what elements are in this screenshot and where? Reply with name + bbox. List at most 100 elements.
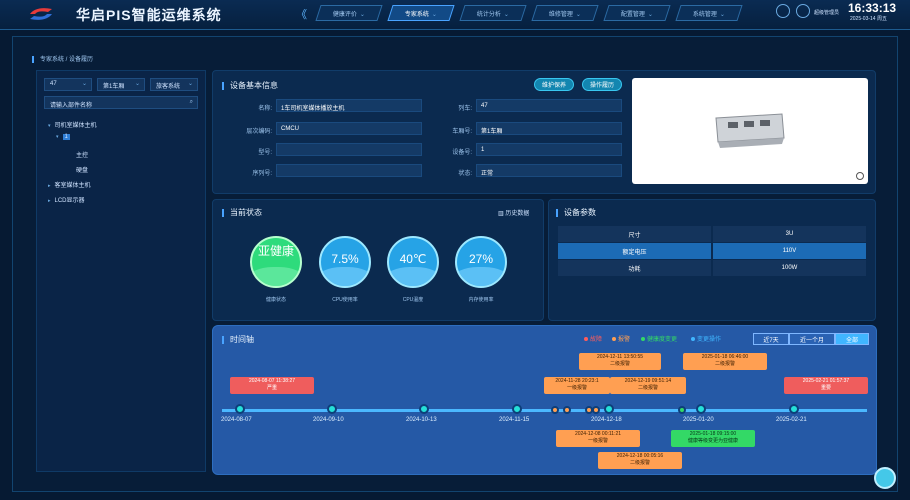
axis-date: 2024-11-15 xyxy=(499,417,530,423)
main-nav: 健康评价 ⌄ 专家系统 ⌄ 统计分析 ⌄ 维修管理 ⌄ 配置管理 ⌄ 系统管理 ⌄ xyxy=(315,5,743,21)
gauge-caption: 健康状态 xyxy=(265,297,286,303)
tree-item-1[interactable]: ▾ 1 xyxy=(56,134,70,140)
basic-info-title: 设备基本信息 xyxy=(222,80,278,91)
axis-date: 2025-01-20 xyxy=(683,417,714,423)
nav-prev-icon[interactable]: 《 xyxy=(296,6,307,22)
range-month-button[interactable]: 近一个月 xyxy=(789,333,835,345)
record-button[interactable]: 操作履历 xyxy=(582,78,622,91)
nav-item-maintenance[interactable]: 维修管理 ⌄ xyxy=(531,5,599,21)
maintain-button[interactable]: 维护保养 xyxy=(534,78,574,91)
table-row: 额定电压 110V xyxy=(558,243,868,260)
event-card-fault[interactable]: 2024-08-07 11:38:27 严重 xyxy=(230,377,314,394)
clock-date: 2025-03-14 周五 xyxy=(850,16,887,22)
field-label: 型号: xyxy=(258,150,272,156)
train-select[interactable]: 47 ⌄ xyxy=(44,78,92,91)
timeline-point[interactable] xyxy=(419,404,429,414)
table-row: 功耗 100W xyxy=(558,260,868,277)
nav-item-stats[interactable]: 统计分析 ⌄ xyxy=(459,5,527,21)
chevron-down-icon: ⌄ xyxy=(81,81,87,87)
field-label: 列车: xyxy=(458,106,472,112)
serial-field xyxy=(276,164,422,177)
cpu-temp-gauge: 40℃ xyxy=(387,236,439,288)
event-card-health[interactable]: 2025-01-18 09:15:00 健康等级变更为亚健康 xyxy=(671,430,755,447)
axis-date: 2024-10-13 xyxy=(406,417,437,423)
timeline-point[interactable] xyxy=(604,404,614,414)
field-label: 车厢号: xyxy=(452,129,472,135)
timeline-point[interactable] xyxy=(551,406,559,414)
chevron-down-icon: ⌄ xyxy=(187,81,193,87)
timeline-title: 时间轴 xyxy=(222,334,254,345)
chevron-down-icon: ⌄ xyxy=(575,11,582,18)
device-tree-panel xyxy=(36,70,206,472)
memory-usage-gauge: 27% xyxy=(455,236,507,288)
timeline-point[interactable] xyxy=(512,404,522,414)
event-card-alarm[interactable]: 2024-12-08 00:11:21 一级报警 xyxy=(556,430,640,447)
event-card-alarm[interactable]: 2024-11-28 20:23:1 一级报警 xyxy=(544,377,610,394)
tree-item-saloon-host[interactable]: ▸ 客室媒体主机 xyxy=(48,180,91,189)
tree-item-cab-host[interactable]: ▾ 司机室媒体主机 xyxy=(48,120,97,129)
field-label: 序列号: xyxy=(252,171,272,177)
chevron-down-icon: ⌄ xyxy=(134,81,140,87)
carriage-select[interactable]: 第1车厢 ⌄ xyxy=(97,78,145,91)
search-icon: ⌕ xyxy=(189,99,193,105)
timeline-point[interactable] xyxy=(235,404,245,414)
timeline-point[interactable] xyxy=(789,404,799,414)
caret-down-icon: ▾ xyxy=(56,134,59,140)
legend-health: 健康度变更 xyxy=(641,334,677,343)
event-card-alarm[interactable]: 2024-12-11 13:50:55 二级报警 xyxy=(579,353,661,370)
breadcrumb: 专家系统 / 设备履历 xyxy=(32,54,93,63)
timeline-panel xyxy=(212,325,877,475)
user-name[interactable]: 超级管理员 xyxy=(814,9,839,16)
axis-date: 2024-12-18 xyxy=(591,417,622,423)
event-card-alarm[interactable]: 2024-12-18 00:05:16 二级报警 xyxy=(598,452,682,469)
tree-item-main-control[interactable]: 主控 xyxy=(76,150,88,159)
event-card-alarm[interactable]: 2025-01-18 06:46:00 二级报警 xyxy=(683,353,767,370)
nav-item-health[interactable]: 健康评价 ⌄ xyxy=(315,5,383,21)
model-field xyxy=(276,143,422,156)
legend-change: 变更操作 xyxy=(691,334,721,343)
timeline-point[interactable] xyxy=(592,406,600,414)
params-title: 设备参数 xyxy=(556,207,596,218)
axis-date: 2024-09-10 xyxy=(313,417,344,423)
health-gauge: 亚健康 xyxy=(250,236,302,288)
caret-right-icon: ▸ xyxy=(48,198,51,204)
assistant-icon[interactable] xyxy=(874,467,896,489)
axis-date: 2024-08-07 xyxy=(221,417,252,423)
status-title: 当前状态 xyxy=(222,207,262,218)
chevron-down-icon: ⌄ xyxy=(719,11,726,18)
caret-right-icon: ▸ xyxy=(48,183,51,189)
chevron-down-icon: ⌄ xyxy=(431,11,438,18)
tree-item-disk[interactable]: 硬盘 xyxy=(76,165,88,174)
device-photo xyxy=(632,78,868,184)
name-field: 1车司机室媒体播放主机 xyxy=(276,99,422,112)
history-link[interactable]: ▥ 历史数据 xyxy=(498,208,529,217)
table-row: 尺寸 3U xyxy=(558,226,868,243)
range-all-button[interactable]: 全部 xyxy=(835,333,869,345)
params-table: 尺寸 3U 额定电压 110V 功耗 100W xyxy=(558,226,868,277)
nav-item-system[interactable]: 系统管理 ⌄ xyxy=(675,5,743,21)
tree-item-lcd[interactable]: ▸ LCD显示器 xyxy=(48,195,85,204)
timeline-point[interactable] xyxy=(327,404,337,414)
device-no-field: 1 xyxy=(476,143,622,156)
chevron-down-icon: ⌄ xyxy=(647,11,654,18)
chevron-down-icon: ⌄ xyxy=(359,11,366,18)
timeline-point[interactable] xyxy=(563,406,571,414)
range-7days-button[interactable]: 近7天 xyxy=(753,333,789,345)
avatar-icon[interactable] xyxy=(796,4,810,18)
timeline-point[interactable] xyxy=(678,406,686,414)
timeline-point[interactable] xyxy=(696,404,706,414)
grid-icon[interactable] xyxy=(776,4,790,18)
code-field: CMCU xyxy=(276,122,422,135)
nav-item-config[interactable]: 配置管理 ⌄ xyxy=(603,5,671,21)
carriage-field: 第1车厢 xyxy=(476,122,622,135)
gauge-caption: CPU使用率 xyxy=(332,297,358,303)
event-card-alarm[interactable]: 2024-12-19 09:51:14 二级报警 xyxy=(610,377,686,394)
nav-item-expert[interactable]: 专家系统 ⌄ xyxy=(387,5,455,21)
axis-date: 2025-02-21 xyxy=(776,417,807,423)
top-bar: 华启PIS智能运维系统 《 健康评价 ⌄ 专家系统 ⌄ 统计分析 ⌄ 维修管理 ⌄ 配置… xyxy=(0,0,910,30)
timeline-axis xyxy=(222,409,867,412)
event-card-fault[interactable]: 2025-02-21 01:57:37 重要 xyxy=(784,377,868,394)
legend-alarm: 报警 xyxy=(612,334,630,343)
search-input[interactable]: 请输入部件名称 ⌕ xyxy=(44,96,198,109)
category-select[interactable]: 旅客系统 ⌄ xyxy=(150,78,198,91)
